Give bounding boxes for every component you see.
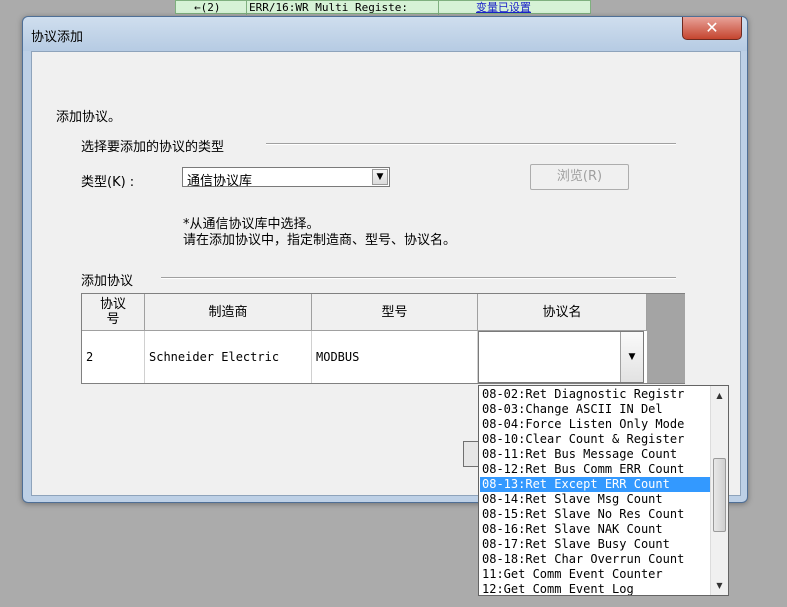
section-divider (161, 277, 676, 279)
column-header-protocol: 协议名 (478, 294, 647, 331)
browse-button[interactable]: 浏览(R) (530, 164, 629, 190)
dropdown-item[interactable]: 08-13:Ret Except ERR Count (480, 477, 710, 492)
intro-text: 添加协议。 (56, 110, 122, 125)
table-cell-maker[interactable]: Schneider Electric (145, 331, 312, 383)
background-cell-command: ERR/16:WR Multi Registe: (249, 1, 408, 14)
scroll-thumb[interactable] (713, 458, 726, 532)
close-button[interactable]: ✕ (682, 17, 742, 40)
protocol-table: 协议 号 制造商 型号 协议名 2 Schneider Electric MOD… (81, 293, 685, 384)
dropdown-item[interactable]: 08-04:Force Listen Only Mode (480, 417, 710, 432)
section-select-type-label: 选择要添加的协议的类型 (81, 140, 225, 155)
dropdown-item[interactable]: 08-03:Change ASCII IN Del (480, 402, 710, 417)
dropdown-item[interactable]: 08-11:Ret Bus Message Count (480, 447, 710, 462)
dropdown-item[interactable]: 08-18:Ret Char Overrun Count (480, 552, 710, 567)
dialog-title: 协议添加 (31, 30, 84, 45)
chevron-down-icon[interactable]: ▼ (620, 332, 643, 382)
background-divider (438, 1, 439, 15)
table-cell-model[interactable]: MODBUS (312, 331, 478, 383)
column-header-model: 型号 (312, 294, 478, 331)
background-divider (246, 1, 247, 15)
section-add-protocol-label: 添加协议 (81, 274, 134, 289)
type-select[interactable]: 通信协议库 ▼ (182, 167, 390, 189)
scroll-down-icon[interactable]: ▼ (713, 579, 726, 592)
dropdown-item[interactable]: 08-17:Ret Slave Busy Count (480, 537, 710, 552)
chevron-down-icon[interactable]: ▼ (372, 169, 388, 185)
dropdown-item[interactable]: 11:Get Comm Event Counter (480, 567, 710, 582)
table-cell-number[interactable]: 2 (82, 331, 145, 383)
dropdown-item[interactable]: 08-10:Clear Count & Register (480, 432, 710, 447)
background-cell-arrow: ←(2) (194, 1, 221, 14)
type-label: 类型(K) : (81, 175, 135, 190)
dropdown-item[interactable]: 08-14:Ret Slave Msg Count (480, 492, 710, 507)
background-link-variable-set[interactable]: 变量已设置 (476, 1, 531, 14)
note-line-2: 请在添加协议中，指定制造商、型号、协议名。 (183, 233, 457, 248)
dropdown-item[interactable]: 12:Get Comm Event Log (480, 582, 710, 595)
dropdown-scrollbar[interactable]: ▲ ▼ (710, 386, 728, 595)
type-select-value: 通信协议库 (187, 174, 253, 189)
column-header-number: 协议 号 (82, 294, 145, 331)
section-divider (266, 143, 676, 145)
dropdown-item[interactable]: 08-15:Ret Slave No Res Count (480, 507, 710, 522)
dropdown-item[interactable]: 08-16:Ret Slave NAK Count (480, 522, 710, 537)
table-empty-area (647, 294, 685, 383)
protocol-dropdown-list[interactable]: 08-02:Ret Diagnostic Registr 08-03:Change… (478, 385, 729, 596)
dialog-titlebar[interactable]: 协议添加 ✕ (23, 17, 747, 51)
scroll-up-icon[interactable]: ▲ (713, 389, 726, 402)
background-grid-strip: ←(2) ERR/16:WR Multi Registe: 变量已设置 (175, 0, 591, 15)
close-icon: ✕ (705, 18, 719, 37)
dropdown-item[interactable]: 08-12:Ret Bus Comm ERR Count (480, 462, 710, 477)
dropdown-item[interactable]: 08-02:Ret Diagnostic Registr (480, 387, 710, 402)
protocol-name-select[interactable]: ▼ (478, 331, 644, 383)
column-header-maker: 制造商 (145, 294, 312, 331)
